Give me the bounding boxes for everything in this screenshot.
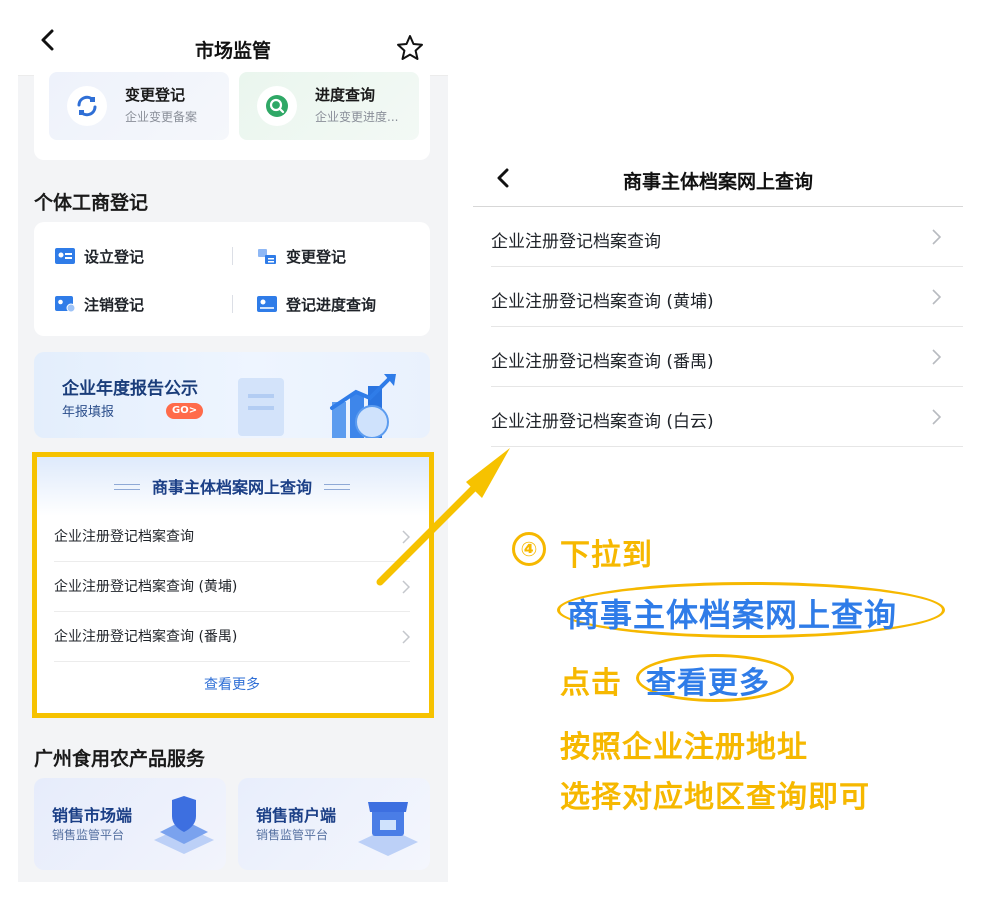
- archive-row[interactable]: 企业注册登记档案查询 (番禺): [491, 327, 963, 387]
- guide-arrow-icon: [376, 448, 510, 586]
- food-section-title: 广州食用农产品服务: [34, 748, 206, 770]
- archive-row-label: 企业注册登记档案查询 (番禺): [491, 352, 714, 372]
- chevron-right-icon: [932, 229, 941, 245]
- page-title: 商事主体档案网上查询: [622, 171, 813, 193]
- store-platform-icon: [358, 802, 418, 856]
- enterprise-services-card: 变更登记 企业变更备案 进度查询 企业变更进度...: [34, 72, 430, 160]
- registration-progress-item[interactable]: 登记进度查询: [256, 290, 376, 318]
- nav-bar: 商事主体档案网上查询: [473, 145, 963, 207]
- archive-row[interactable]: 企业注册登记档案查询 (黄埔): [491, 267, 963, 327]
- item-label: 设立登记: [84, 247, 145, 266]
- id-card-icon: [55, 248, 75, 264]
- item-label: 登记进度查询: [286, 295, 377, 314]
- change-registration-item[interactable]: 变更登记: [256, 242, 346, 270]
- sales-market-card[interactable]: 销售市场端 销售监管平台: [34, 778, 226, 870]
- page-title: 市场监管: [194, 40, 271, 62]
- report-illustration: [238, 374, 396, 438]
- setup-registration-item[interactable]: 设立登记: [54, 242, 144, 270]
- right-phone-screen: 商事主体档案网上查询 企业注册登记档案查询 企业注册登记档案查询 (黄埔) 企业…: [473, 145, 963, 450]
- individual-section-title: 个体工商登记: [34, 192, 149, 214]
- star-icon[interactable]: [396, 34, 424, 62]
- banner-subtitle: 年报填报: [62, 405, 115, 420]
- instruction-line-4: 按照企业注册地址: [560, 730, 808, 765]
- card-subtitle: 销售监管平台: [52, 828, 125, 842]
- chevron-right-icon: [932, 289, 941, 305]
- card-subtitle: 销售监管平台: [256, 828, 329, 842]
- cancel-card-icon: [55, 296, 76, 313]
- item-label: 注销登记: [84, 295, 145, 314]
- nav-bar: 市场监管: [18, 0, 448, 76]
- tile-subtitle: 企业变更备案: [125, 110, 198, 124]
- cancel-registration-item[interactable]: 注销登记: [54, 290, 144, 318]
- swap-icon: [258, 249, 276, 264]
- tile-title: 进度查询: [315, 86, 376, 104]
- sales-merchant-card[interactable]: 销售商户端 销售监管平台: [238, 778, 430, 870]
- highlight-oval: [557, 582, 945, 638]
- banner-title: 企业年度报告公示: [62, 379, 198, 399]
- instruction-line-3-prefix: 点击: [560, 666, 622, 701]
- chevron-right-icon: [932, 409, 941, 425]
- archive-row-label: 企业注册登记档案查询 (黄埔): [491, 292, 714, 312]
- progress-query-tile[interactable]: 进度查询 企业变更进度...: [239, 72, 419, 140]
- refresh-icon: [67, 86, 107, 126]
- divider: [232, 247, 233, 265]
- instruction-line-2: 商事主体档案网上查询: [567, 596, 898, 634]
- archive-row[interactable]: 企业注册登记档案查询 (白云): [491, 387, 963, 447]
- instruction-line-5: 选择对应地区查询即可: [560, 780, 870, 815]
- tile-title: 变更登记: [125, 86, 186, 104]
- card-title: 销售市场端: [52, 806, 133, 825]
- search-icon: [257, 86, 297, 126]
- annual-report-banner[interactable]: 企业年度报告公示 年报填报 GO>: [34, 352, 430, 438]
- archive-row[interactable]: 企业注册登记档案查询: [491, 207, 963, 267]
- highlight-oval: [636, 654, 794, 702]
- change-registration-tile[interactable]: 变更登记 企业变更备案: [49, 72, 229, 140]
- card-title: 销售商户端: [256, 806, 337, 825]
- go-badge: GO>: [166, 403, 204, 419]
- instruction-line-3-link: 查看更多: [646, 666, 770, 701]
- progress-icon: [257, 296, 277, 312]
- divider: [232, 295, 233, 313]
- item-label: 变更登记: [286, 247, 347, 266]
- archive-row-label: 企业注册登记档案查询 (白云): [491, 412, 714, 432]
- shield-platform-icon: [154, 796, 214, 854]
- chevron-right-icon: [932, 349, 941, 365]
- individual-registration-card: 设立登记 变更登记 注销登记 登记进度查询: [34, 222, 430, 336]
- instruction-line-1: 下拉到: [560, 538, 653, 573]
- archive-row-label: 企业注册登记档案查询: [491, 232, 661, 252]
- tile-subtitle: 企业变更进度...: [315, 110, 399, 124]
